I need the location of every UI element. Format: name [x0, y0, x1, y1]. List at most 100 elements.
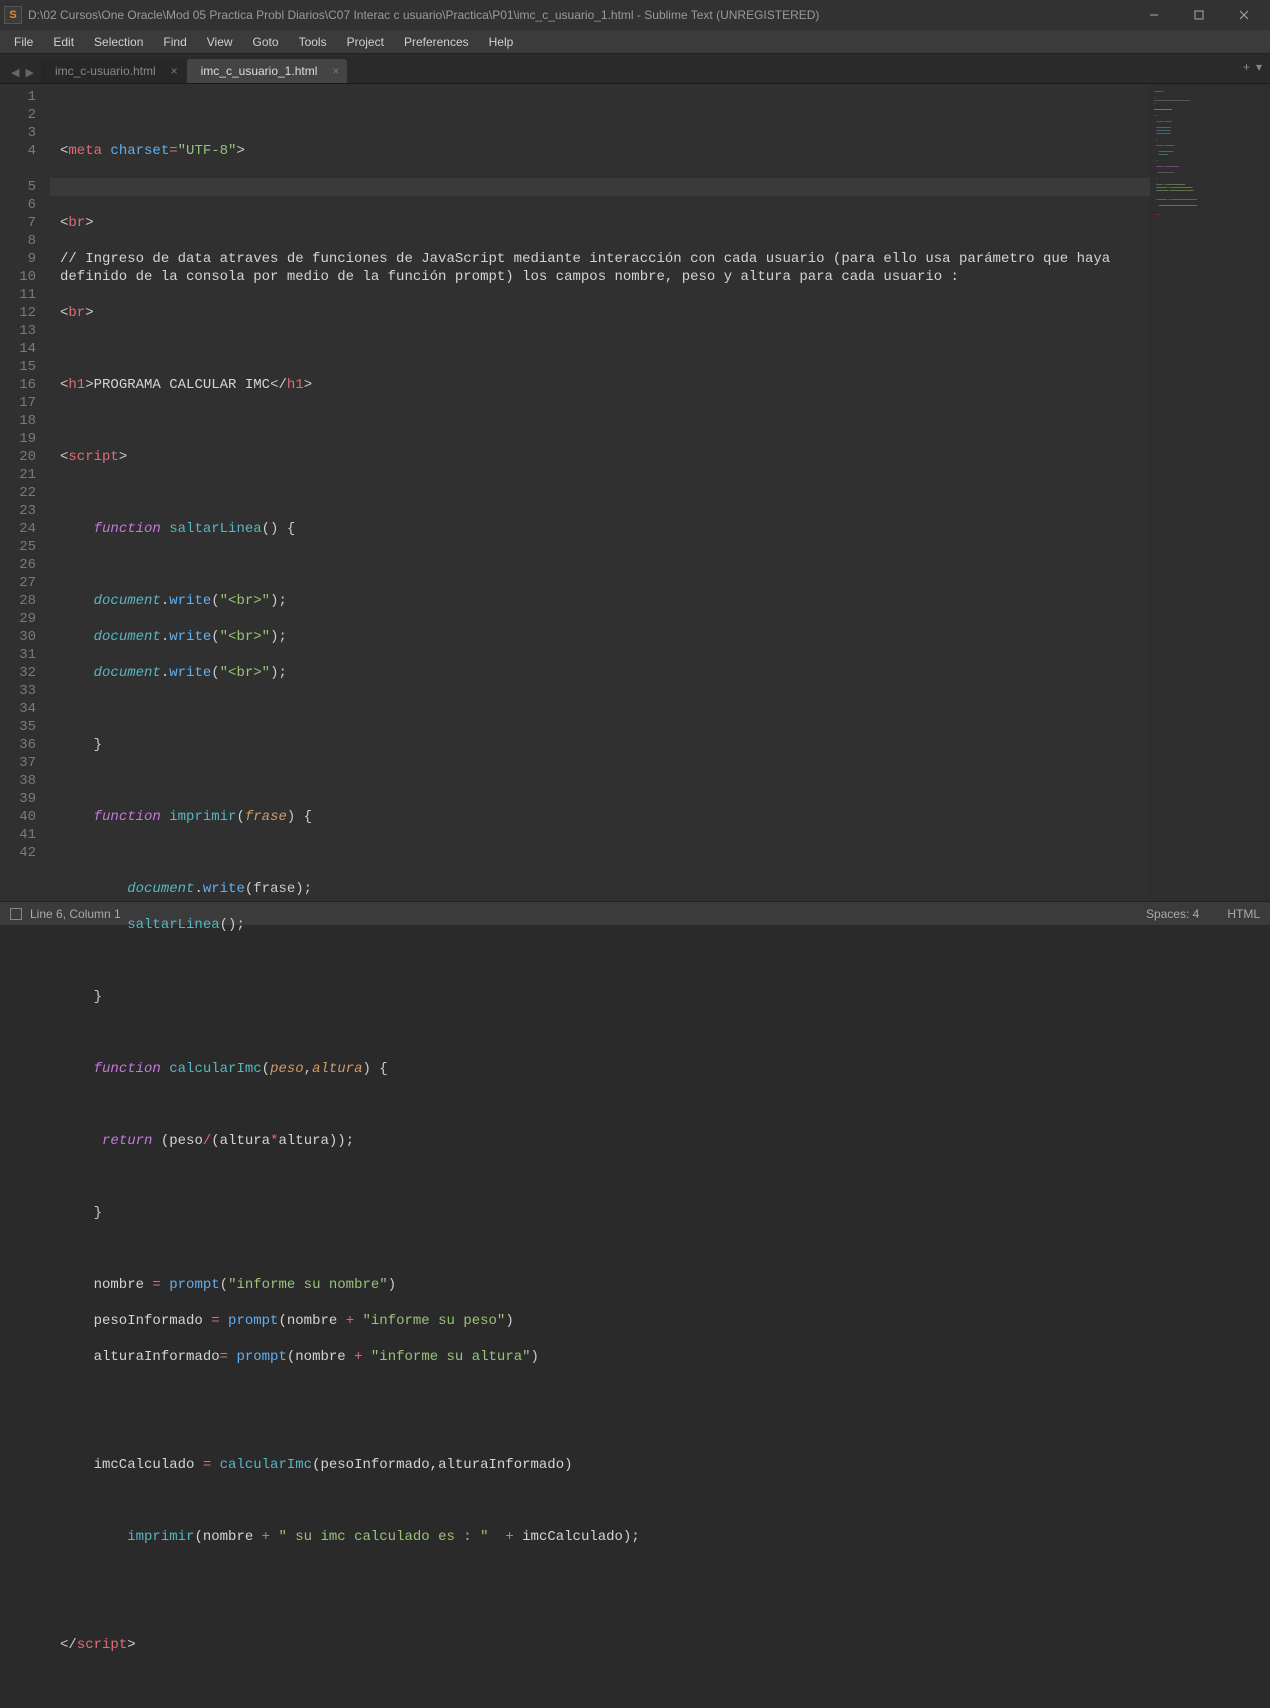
menu-view[interactable]: View — [197, 32, 243, 52]
code-token: saltarLinea — [169, 521, 261, 537]
code-token: > — [119, 449, 127, 465]
tab-menu-icon[interactable]: ▾ — [1256, 60, 1262, 74]
code-token: imprimir — [127, 1529, 194, 1545]
code-token: + — [354, 1349, 362, 1365]
menu-edit[interactable]: Edit — [43, 32, 84, 52]
code-token: (frase); — [245, 881, 312, 897]
code-token: (); — [220, 917, 245, 933]
code-token: ( — [262, 1061, 270, 1077]
code-token — [220, 1313, 228, 1329]
code-token: imcCalculado); — [514, 1529, 640, 1545]
code-token — [60, 521, 94, 537]
code-token: script — [77, 1637, 127, 1653]
code-token: ) { — [287, 809, 312, 825]
editor-area: 1234567891011121314151617181920212223242… — [0, 84, 1270, 901]
menu-goto[interactable]: Goto — [243, 32, 289, 52]
code-token: document — [94, 629, 161, 645]
code-token: meta — [68, 143, 102, 159]
window-title: D:\02 Cursos\One Oracle\Mod 05 Practica … — [28, 8, 1131, 22]
new-tab-icon[interactable]: + — [1243, 60, 1250, 74]
code-token: altura — [312, 1061, 362, 1077]
minimap[interactable]: ▬▬▬▬▬▬▬▬ ▬▬ ▬▬▬▬▬▬▬▬▬▬▬▬▬▬▬▬▬▬▬▬▬▬▬▬▬▬▬▬… — [1150, 84, 1270, 901]
code-token: "UTF-8" — [178, 143, 237, 159]
code-token — [60, 809, 94, 825]
code-token: ( — [211, 629, 219, 645]
code-token — [161, 809, 169, 825]
code-token: , — [304, 1061, 312, 1077]
menu-selection[interactable]: Selection — [84, 32, 153, 52]
code-token: function — [94, 1061, 161, 1077]
code-token: function — [94, 521, 161, 537]
code-token: = — [169, 143, 177, 159]
code-token: " su imc calculado es : " — [278, 1529, 488, 1545]
code-token: . — [161, 593, 169, 609]
status-syntax[interactable]: HTML — [1227, 907, 1260, 921]
code-token: + — [262, 1529, 270, 1545]
tab-strip: ◀ ▶ imc_c-usuario.html × imc_c_usuario_1… — [0, 54, 1270, 84]
tab-nav-right-icon[interactable]: ▶ — [22, 66, 36, 79]
code-token: document — [127, 881, 194, 897]
maximize-button[interactable] — [1176, 0, 1221, 30]
code-token: ); — [270, 593, 287, 609]
code-token: prompt — [236, 1349, 286, 1365]
code-token: > — [85, 305, 93, 321]
code-token: ) — [388, 1277, 396, 1293]
code-token: imcCalculado — [60, 1457, 203, 1473]
code-token: + — [505, 1529, 513, 1545]
tab-close-icon[interactable]: × — [332, 64, 339, 78]
code-token: write — [203, 881, 245, 897]
tab-active[interactable]: imc_c_usuario_1.html × — [187, 59, 348, 83]
code-token: pesoInformado — [60, 1313, 211, 1329]
code-token: </ — [270, 377, 287, 393]
status-indentation[interactable]: Spaces: 4 — [1146, 907, 1199, 921]
code-token: // Ingreso de data atraves de funciones … — [60, 251, 1119, 285]
tab-nav-arrows: ◀ ▶ — [6, 66, 41, 83]
menu-project[interactable]: Project — [337, 32, 394, 52]
code-token: (pesoInformado,alturaInformado) — [312, 1457, 572, 1473]
code-token — [60, 593, 94, 609]
code-token: (nombre — [278, 1313, 345, 1329]
code-token: () { — [262, 521, 296, 537]
code-token — [270, 1529, 278, 1545]
code-token — [161, 1061, 169, 1077]
tab-strip-right-controls: + ▾ — [1243, 60, 1262, 74]
menu-tools[interactable]: Tools — [289, 32, 337, 52]
tab-label: imc_c-usuario.html — [55, 64, 156, 78]
code-token: document — [94, 593, 161, 609]
code-token: ( — [236, 809, 244, 825]
code-token: ) — [531, 1349, 539, 1365]
menu-bar: File Edit Selection Find View Goto Tools… — [0, 30, 1270, 54]
close-button[interactable] — [1221, 0, 1266, 30]
code-token: / — [203, 1133, 211, 1149]
code-token — [211, 1457, 219, 1473]
minimize-button[interactable] — [1131, 0, 1176, 30]
code-token: "informe su nombre" — [228, 1277, 388, 1293]
menu-preferences[interactable]: Preferences — [394, 32, 479, 52]
menu-file[interactable]: File — [4, 32, 43, 52]
code-token: > — [85, 377, 93, 393]
code-token: > — [85, 215, 93, 231]
code-token: return — [102, 1133, 152, 1149]
code-token — [489, 1529, 506, 1545]
code-token: br — [68, 305, 85, 321]
code-token: ( — [211, 665, 219, 681]
code-token: calcularImc — [169, 1061, 261, 1077]
tab-nav-left-icon[interactable]: ◀ — [8, 66, 22, 79]
code-token: "<br>" — [220, 665, 270, 681]
code-token — [363, 1349, 371, 1365]
status-panel-icon[interactable] — [10, 908, 22, 920]
code-token — [354, 1313, 362, 1329]
menu-find[interactable]: Find — [153, 32, 196, 52]
code-editor[interactable]: <meta charset="UTF-8"> <br> // Ingreso d… — [50, 84, 1150, 901]
tab-inactive[interactable]: imc_c-usuario.html × — [41, 59, 186, 83]
code-token: imprimir — [169, 809, 236, 825]
code-token: write — [169, 629, 211, 645]
code-token: PROGRAMA CALCULAR IMC — [94, 377, 270, 393]
code-token: . — [161, 629, 169, 645]
code-token: nombre — [60, 1277, 152, 1293]
code-token: ) { — [363, 1061, 388, 1077]
tab-close-icon[interactable]: × — [171, 64, 178, 78]
code-token: "informe su altura" — [371, 1349, 531, 1365]
menu-help[interactable]: Help — [479, 32, 524, 52]
code-token — [161, 1277, 169, 1293]
